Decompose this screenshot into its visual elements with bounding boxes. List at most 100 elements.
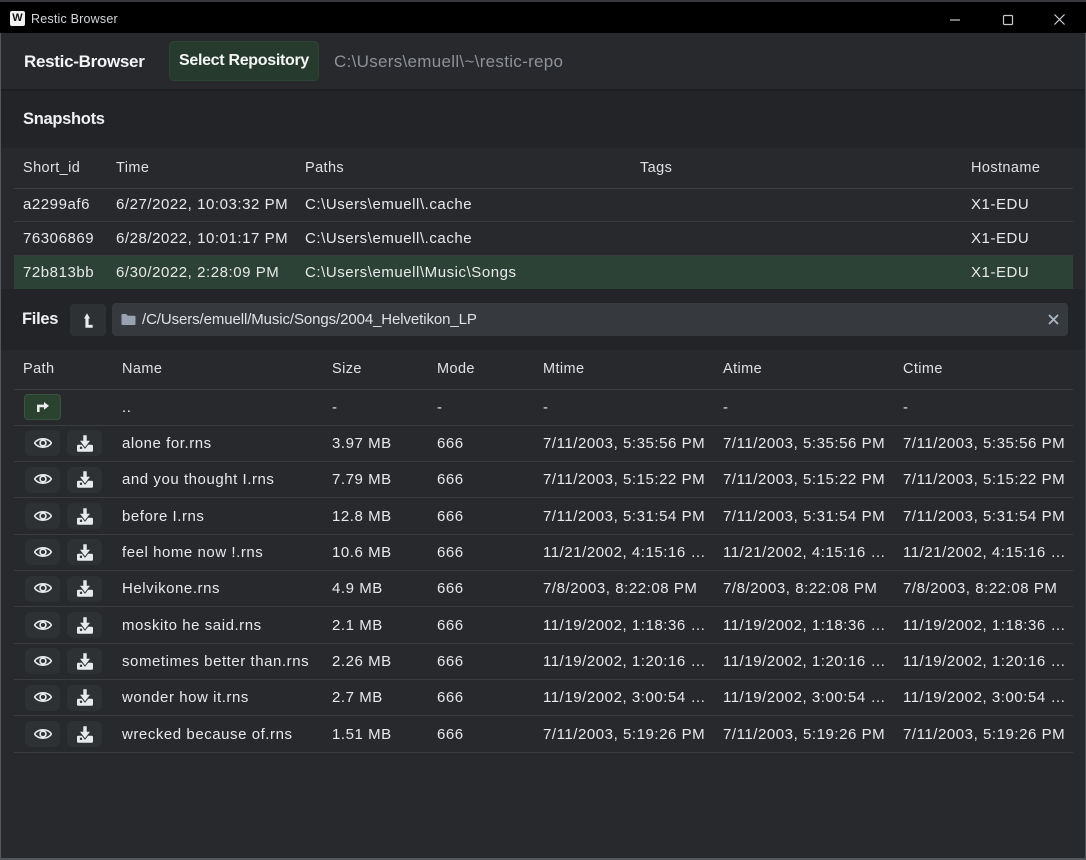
download-icon [77,544,93,561]
file-row[interactable]: alone for.rns 3.97 MB 666 7/11/2003, 5:3… [14,426,1073,462]
files-table-header: Path Name Size Mode Mtime Atime Ctime [14,350,1073,390]
snapshots-table-header: Short_id Time Paths Tags Hostname [14,148,1073,189]
snapshot-row[interactable]: 72b813bb 6/30/2022, 2:28:09 PM C:\Users\… [14,256,1073,290]
path-value: /C/Users/emuell/Music/Songs/2004_Helveti… [142,311,1038,328]
snapshot-hostname: X1-EDU [971,256,1029,290]
download-file-button[interactable] [67,685,102,711]
clear-path-button[interactable] [1038,303,1068,336]
file-atime: 7/11/2003, 5:15:22 PM [723,462,895,497]
eye-icon [34,510,52,523]
eye-icon [34,728,52,741]
maximize-button[interactable] [985,4,1031,35]
parent-directory-row[interactable]: .. - - - - - [14,390,1073,426]
file-atime: 7/11/2003, 5:31:54 PM [723,498,895,533]
snapshot-row[interactable]: a2299af6 6/27/2022, 10:03:32 PM C:\Users… [14,189,1073,223]
file-size: 2.1 MB [332,607,383,642]
app-icon: W [10,11,25,26]
file-row[interactable]: wrecked because of.rns 1.51 MB 666 7/11/… [14,716,1073,752]
file-mode: 666 [437,644,464,679]
download-file-button[interactable] [67,539,102,565]
download-file-button[interactable] [67,467,102,493]
close-button[interactable] [1036,4,1082,35]
snapshot-paths: C:\Users\emuell\.cache [305,222,472,255]
file-mode: 666 [437,535,464,570]
download-file-button[interactable] [67,430,102,456]
arrow-up-right-icon [37,402,49,412]
file-name: and you thought I.rns [122,462,274,497]
preview-file-button[interactable] [25,576,60,602]
select-repository-button[interactable]: Select Repository [169,41,319,81]
col-ctime: Ctime [903,350,1071,389]
download-icon [77,689,93,706]
file-row[interactable]: before I.rns 12.8 MB 666 7/11/2003, 5:31… [14,498,1073,534]
maximize-icon [1002,14,1014,26]
col-name: Name [122,350,162,389]
file-mtime: 7/11/2003, 5:35:56 PM [543,426,715,461]
eye-icon [34,691,52,704]
file-row[interactable]: moskito he said.rns 2.1 MB 666 11/19/200… [14,607,1073,643]
file-name: alone for.rns [122,426,212,461]
file-size: 12.8 MB [332,498,392,533]
level-up-icon [84,313,93,328]
go-up-button[interactable] [24,394,61,420]
download-icon [77,726,93,743]
preview-file-button[interactable] [25,467,60,493]
file-size: 1.51 MB [332,716,392,751]
file-row[interactable]: and you thought I.rns 7.79 MB 666 7/11/2… [14,462,1073,498]
eye-icon [34,582,52,595]
file-mtime: 11/19/2002, 1:18:36 … [543,607,715,642]
preview-file-button[interactable] [25,503,60,529]
snapshot-row[interactable]: 76306869 6/28/2022, 10:01:17 PM C:\Users… [14,222,1073,256]
toolbar: Restic-Browser Select Repository C:\User… [1,33,1085,89]
file-ctime: 7/11/2003, 5:19:26 PM [903,716,1071,751]
file-row[interactable]: wonder how it.rns 2.7 MB 666 11/19/2002,… [14,680,1073,716]
col-short-id: Short_id [23,148,80,188]
file-mode: 666 [437,607,464,642]
file-atime: 7/8/2003, 8:22:08 PM [723,571,895,606]
file-ctime: 11/19/2002, 1:18:36 … [903,607,1071,642]
download-icon [77,471,93,488]
preview-file-button[interactable] [25,612,60,638]
minimize-button[interactable] [932,4,978,35]
preview-file-button[interactable] [25,430,60,456]
col-mode: Mode [437,350,475,389]
file-ctime: 7/11/2003, 5:15:22 PM [903,462,1071,497]
file-row[interactable]: Helvikone.rns 4.9 MB 666 7/8/2003, 8:22:… [14,571,1073,607]
preview-file-button[interactable] [25,721,60,747]
parent-directory-button[interactable] [70,304,106,336]
col-hostname: Hostname [971,148,1040,188]
snapshots-section-header: Snapshots [1,91,1085,148]
preview-file-button[interactable] [25,539,60,565]
file-ctime: 11/21/2002, 4:15:16 … [903,535,1071,570]
download-file-button[interactable] [67,576,102,602]
file-row[interactable]: feel home now !.rns 10.6 MB 666 11/21/20… [14,535,1073,571]
file-mode: - [437,390,443,425]
eye-icon [34,655,52,668]
download-file-button[interactable] [67,721,102,747]
file-atime: 11/19/2002, 1:18:36 … [723,607,895,642]
snapshot-short-id: 76306869 [23,222,94,255]
snapshot-time: 6/27/2022, 10:03:32 PM [116,189,288,222]
download-file-button[interactable] [67,648,102,674]
file-name: moskito he said.rns [122,607,262,642]
preview-file-button[interactable] [25,685,60,711]
file-row[interactable]: sometimes better than.rns 2.26 MB 666 11… [14,644,1073,680]
download-icon [77,653,93,670]
download-file-button[interactable] [67,612,102,638]
preview-file-button[interactable] [25,648,60,674]
files-table: Path Name Size Mode Mtime Atime Ctime ..… [14,350,1073,857]
file-name: before I.rns [122,498,204,533]
snapshot-short-id: 72b813bb [23,256,94,290]
eye-icon [34,437,52,450]
col-time: Time [116,148,149,188]
file-atime: 11/19/2002, 3:00:54 … [723,680,895,715]
file-mtime: 7/11/2003, 5:19:26 PM [543,716,715,751]
window-border-left [0,33,1,860]
path-input[interactable]: /C/Users/emuell/Music/Songs/2004_Helveti… [112,303,1068,336]
file-name: Helvikone.rns [122,571,220,606]
file-mtime: 7/8/2003, 8:22:08 PM [543,571,715,606]
download-file-button[interactable] [67,503,102,529]
snapshot-paths: C:\Users\emuell\.cache [305,189,472,222]
file-atime: 7/11/2003, 5:19:26 PM [723,716,895,751]
col-paths: Paths [305,148,344,188]
